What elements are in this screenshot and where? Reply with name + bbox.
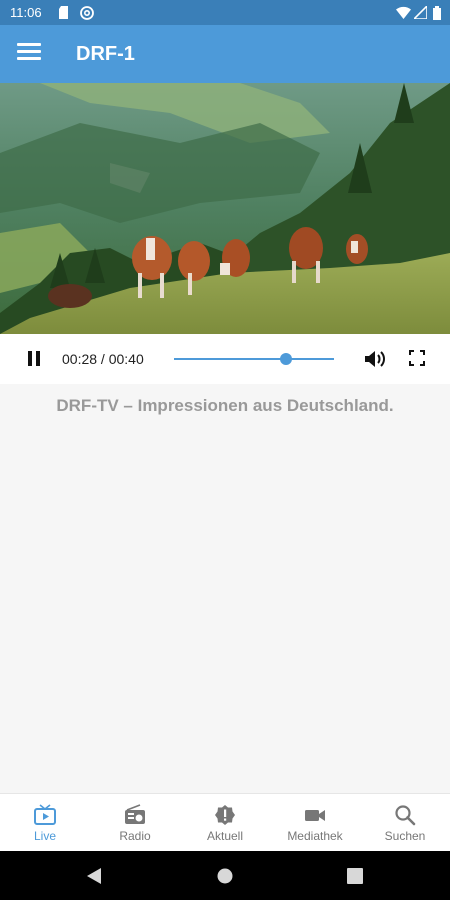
pause-button[interactable] xyxy=(26,351,42,367)
tv-play-icon xyxy=(34,804,56,825)
home-icon[interactable] xyxy=(217,868,233,884)
status-time: 11:06 xyxy=(10,5,42,20)
search-icon xyxy=(395,805,416,826)
menu-icon[interactable] xyxy=(17,43,41,65)
player-controls: 00:28 / 00:40 xyxy=(0,334,450,384)
nav-label-live: Live xyxy=(33,829,56,843)
bottom-nav: Live Radio Aktuell Mediathek Suchen xyxy=(0,793,450,852)
alert-badge-icon xyxy=(215,805,235,825)
app-bar: DRF-1 xyxy=(0,25,450,83)
nav-item-mediathek[interactable]: Mediathek xyxy=(270,794,360,852)
fullscreen-icon[interactable] xyxy=(409,350,425,366)
page-title: DRF-1 xyxy=(76,43,135,65)
nav-item-live[interactable]: Live xyxy=(0,794,90,852)
nav-item-suchen[interactable]: Suchen xyxy=(360,794,450,852)
sd-card-icon xyxy=(59,6,68,19)
back-icon[interactable] xyxy=(86,867,102,885)
video-thumbnail-image xyxy=(0,83,450,334)
nav-label-aktuell: Aktuell xyxy=(206,829,244,843)
progress-slider[interactable] xyxy=(174,353,334,365)
radio-icon xyxy=(125,804,145,824)
video-camera-icon xyxy=(305,810,325,821)
signal-icon xyxy=(414,6,427,19)
nav-label-suchen: Suchen xyxy=(384,829,426,843)
nav-label-radio: Radio xyxy=(119,829,151,843)
volume-icon[interactable] xyxy=(364,349,386,369)
recents-icon[interactable] xyxy=(347,868,363,884)
wifi-icon xyxy=(396,6,411,19)
nav-item-aktuell[interactable]: Aktuell xyxy=(180,794,270,852)
system-nav-bar xyxy=(0,851,450,900)
nav-label-mediathek: Mediathek xyxy=(287,829,343,843)
at-sign-icon xyxy=(80,6,94,20)
video-caption: DRF-TV – Impressionen aus Deutschland. xyxy=(56,396,394,415)
battery-icon xyxy=(433,6,441,20)
status-bar: 11:06 xyxy=(0,0,450,25)
progress-knob[interactable] xyxy=(280,353,292,365)
playback-time: 00:28 / 00:40 xyxy=(62,351,144,367)
nav-item-radio[interactable]: Radio xyxy=(90,794,180,852)
video-frame[interactable] xyxy=(0,83,450,334)
